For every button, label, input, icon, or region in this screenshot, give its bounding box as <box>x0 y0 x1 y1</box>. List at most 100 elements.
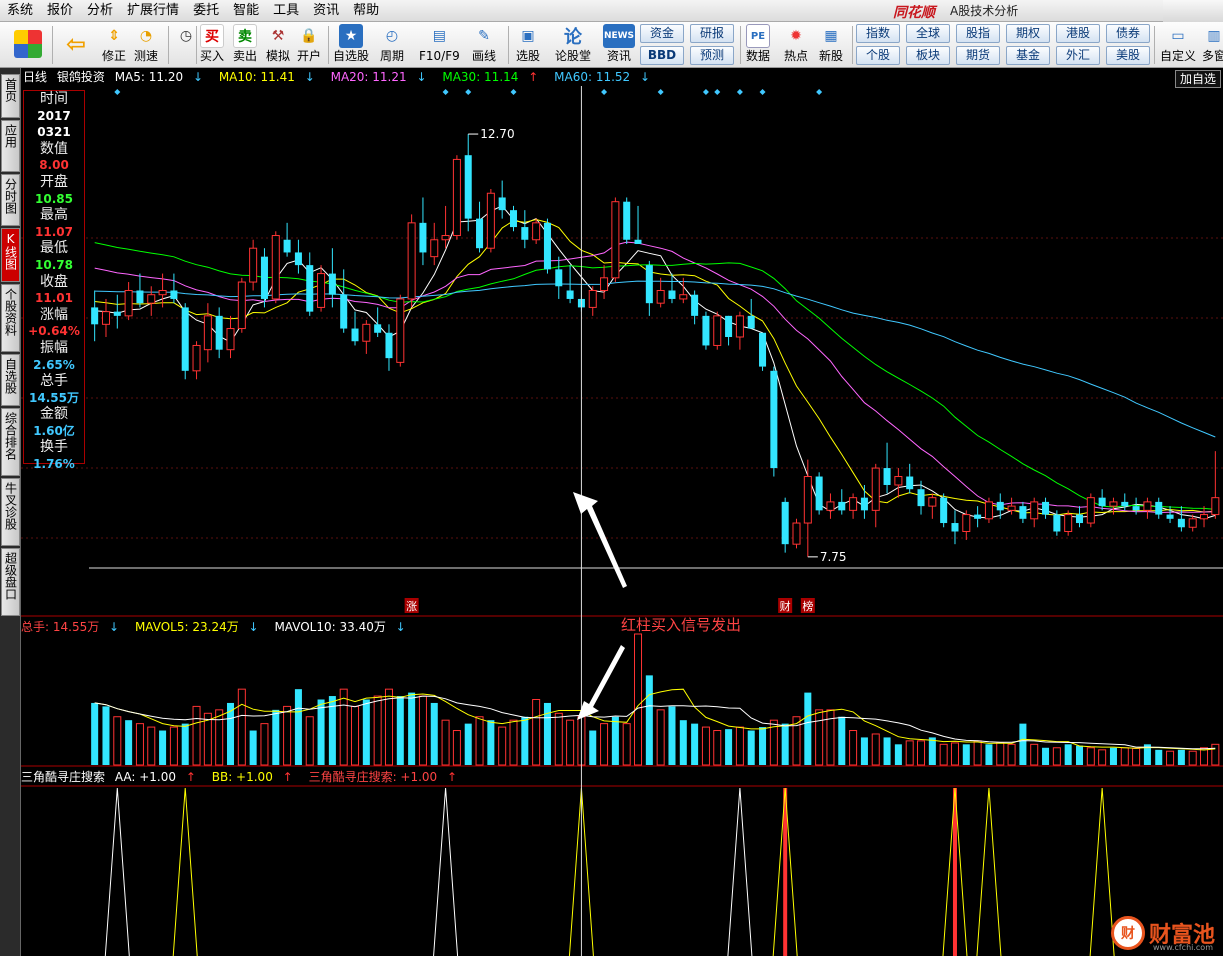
candle-body <box>498 197 506 211</box>
chart-area[interactable]: 12.70 7.75 涨财榜 日线 银鸽投资 MA5: 11.20 ↓ MA10: … <box>21 68 1223 956</box>
volume-bar <box>441 719 450 766</box>
volume-bar <box>192 705 201 766</box>
indicator-header: 三角酷寻庄搜索 AA: +1.00 ↑ BB: +1.00 ↑ 三角酷寻庄搜索:… <box>21 768 469 786</box>
candle-body <box>158 289 167 296</box>
us-stock-button[interactable]: 美股 <box>1106 46 1150 65</box>
candle-body <box>317 273 326 308</box>
bbd-button[interactable]: BBD <box>640 46 684 65</box>
hk-stock-button[interactable]: 港股 <box>1056 24 1100 43</box>
simulate-button[interactable]: ⚒ 模拟 <box>266 24 290 66</box>
info-value: 10.78 <box>35 257 73 272</box>
aa-label: AA: +1.00 ↑ <box>114 770 196 784</box>
menu-item-smart[interactable]: 智能 <box>226 0 266 22</box>
candle-body <box>260 256 268 299</box>
candle-body <box>702 315 710 346</box>
volume-bar <box>317 699 325 765</box>
menu-item-system[interactable]: 系统 <box>0 0 40 22</box>
menu-item-help[interactable]: 帮助 <box>346 0 386 22</box>
candle-body <box>1086 497 1095 524</box>
volume-bar <box>985 744 993 765</box>
period-button[interactable]: ◴ 周期 <box>380 24 404 66</box>
stock-name: 银鸽投资 <box>56 70 105 84</box>
period-label[interactable]: 日线 <box>23 70 47 84</box>
candle-body <box>1121 501 1129 507</box>
options-button[interactable]: 期权 <box>1006 24 1050 43</box>
data-button[interactable]: PE 数据 <box>746 24 770 66</box>
volume-bar <box>1120 747 1129 766</box>
futures-button[interactable]: 期货 <box>956 46 1000 65</box>
capital-button[interactable]: 资金 <box>640 24 684 43</box>
bond-button[interactable]: 债券 <box>1106 24 1150 43</box>
stopwatch-button[interactable]: ◷ <box>174 24 198 66</box>
menu-item-analysis[interactable]: 分析 <box>80 0 120 22</box>
back-button[interactable]: ⇦ <box>62 24 90 66</box>
info-value: 2.65% <box>33 357 75 372</box>
menu-item-news[interactable]: 资讯 <box>306 0 346 22</box>
forex-button[interactable]: 外汇 <box>1056 46 1100 65</box>
volume-bar <box>996 742 1005 766</box>
menu-item-extended-quote[interactable]: 扩展行情 <box>120 0 186 22</box>
volume-bar <box>294 689 302 765</box>
draw-line-button[interactable]: ✎ 画线 <box>472 24 496 66</box>
tab-home[interactable]: 首页 <box>1 74 20 118</box>
info-value: +0.64% <box>28 324 80 339</box>
research-report-button[interactable]: 研报 <box>690 24 734 43</box>
open-account-button[interactable]: 🔒 开户 <box>297 24 321 66</box>
global-button[interactable]: 全球 <box>906 24 950 43</box>
forum-button[interactable]: 论 论股堂 <box>555 24 591 66</box>
volume-bar <box>917 740 926 766</box>
volume-bar <box>1064 744 1072 765</box>
watchlist-button[interactable]: ★ 自选股 <box>333 24 369 66</box>
candle-body <box>1200 514 1209 520</box>
add-to-watchlist-button[interactable]: 加自选 <box>1174 70 1221 88</box>
menu-item-quote[interactable]: 报价 <box>40 0 80 22</box>
volume-bar <box>691 723 699 765</box>
customize-button[interactable]: ▭ 自定义 <box>1160 24 1196 66</box>
stock-index-futures-button[interactable]: 股指 <box>956 24 1000 43</box>
ma5-label: MA5: 11.20 ↓ <box>114 70 203 84</box>
menu-item-trade[interactable]: 委托 <box>186 0 226 22</box>
candle-body <box>928 497 937 507</box>
candle-body <box>634 239 642 244</box>
hotspot-button[interactable]: ✹ 热点 <box>784 24 808 66</box>
stock-screener-button[interactable]: ▣ 选股 <box>516 24 540 66</box>
buy-button[interactable]: 买 买入 <box>200 24 224 66</box>
volume-bar <box>1007 743 1016 766</box>
tab-diagnosis[interactable]: 牛叉诊股 <box>1 478 20 546</box>
f10-button[interactable]: ▤ F10/F9 <box>419 24 460 66</box>
tab-ranking[interactable]: 综合排名 <box>1 408 20 476</box>
tab-super-order-book[interactable]: 超级盘口 <box>1 548 20 616</box>
volume-bar <box>939 743 948 766</box>
watermark-logo: 财 <box>1110 916 1145 950</box>
lock-icon: 🔒 <box>300 28 318 44</box>
tab-kline[interactable]: K线图 <box>1 228 20 282</box>
speed-test-button[interactable]: ◔ 测速 <box>134 24 158 66</box>
fix-button[interactable]: ⇕ 修正 <box>102 24 126 66</box>
toolbar: ⇦ ⇕ 修正 ◔ 测速 ◷ 买 买入 卖 卖出 ⚒ 模拟 🔒 开户 ★ 自选股 … <box>0 22 1223 68</box>
tab-watchlist[interactable]: 自选股 <box>1 354 20 406</box>
new-stock-button[interactable]: ▦ 新股 <box>819 24 843 66</box>
menu-item-tools[interactable]: 工具 <box>266 0 306 22</box>
candle-body <box>1075 514 1084 524</box>
volume-bar <box>950 742 959 766</box>
sell-button[interactable]: 卖 卖出 <box>233 24 257 66</box>
indicator-name[interactable]: 三角酷寻庄搜索 <box>21 770 105 784</box>
kline-chart-svg[interactable]: 12.707.75涨财榜 <box>21 68 1223 956</box>
layout-button[interactable] <box>14 24 42 66</box>
window-controls[interactable] <box>1163 0 1223 22</box>
index-button[interactable]: 指数 <box>856 24 900 43</box>
candle-body <box>1007 505 1016 511</box>
multi-window-button[interactable]: ▥ 多窗 <box>1202 24 1223 66</box>
sector-button[interactable]: 板块 <box>906 46 950 65</box>
tab-timeshare[interactable]: 分时图 <box>1 174 20 226</box>
single-stock-button[interactable]: 个股 <box>856 46 900 65</box>
forecast-button[interactable]: 预测 <box>690 46 734 65</box>
tab-apps[interactable]: 应用 <box>1 120 20 172</box>
customize-icon: ▭ <box>1171 28 1185 44</box>
tab-stock-profile[interactable]: 个股资料 <box>1 284 20 352</box>
fund-button[interactable]: 基金 <box>1006 46 1050 65</box>
candle-body <box>656 289 665 304</box>
event-tag-label: 涨 <box>406 600 417 613</box>
volume-bar <box>215 709 224 766</box>
news-button[interactable]: NEWS 资讯 <box>603 24 635 66</box>
